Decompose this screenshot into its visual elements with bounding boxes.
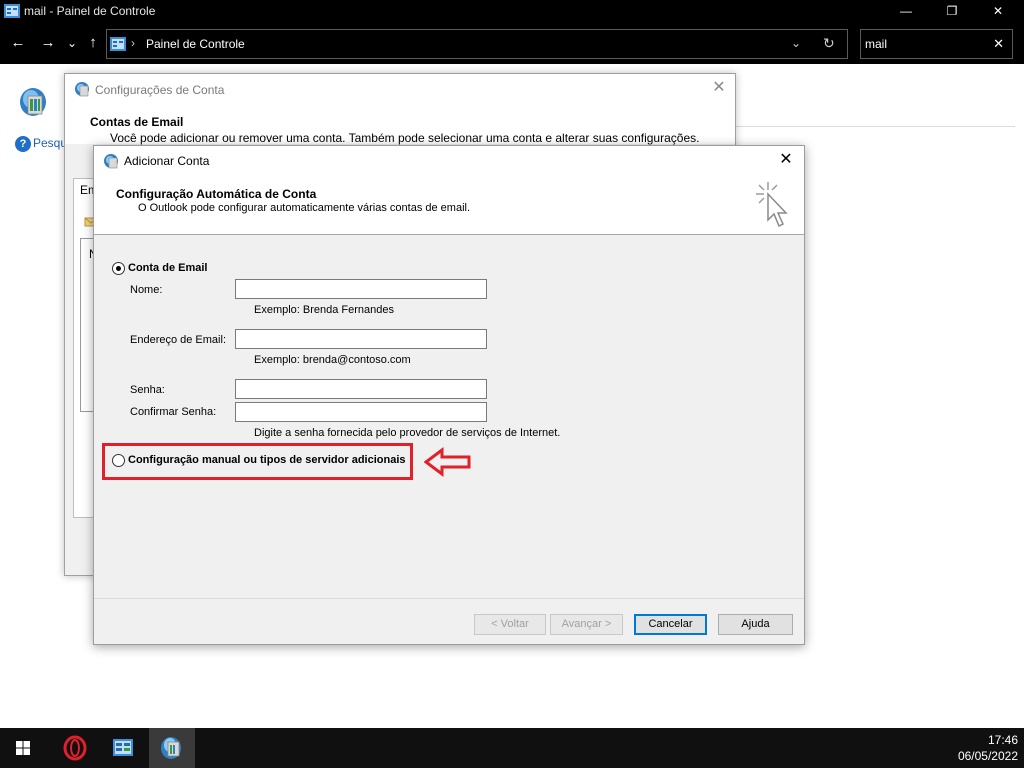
system-clock[interactable]: 17:46 06/05/2022	[958, 732, 1018, 764]
recent-locations-button[interactable]: ⌄	[62, 34, 82, 54]
mail-icon	[20, 88, 46, 116]
confirm-password-field[interactable]	[235, 402, 487, 422]
close-icon[interactable]: ✕	[709, 78, 729, 98]
password-field[interactable]	[235, 379, 487, 399]
add-account-dialog: Adicionar Conta ✕ Configuração Automátic…	[93, 145, 805, 645]
email-label: Endereço de Email:	[130, 334, 226, 346]
confirm-password-label: Confirmar Senha:	[130, 406, 217, 418]
mail-icon	[161, 737, 181, 759]
taskbar-control-panel[interactable]	[100, 728, 146, 768]
header-subtitle: O Outlook pode configurar automaticament…	[138, 202, 471, 214]
footer-divider	[94, 598, 804, 599]
close-window-button[interactable]: ✕	[975, 0, 1021, 24]
dialog-title: Configurações de Conta	[95, 83, 225, 97]
back-button[interactable]: ←	[8, 34, 28, 54]
name-label: Nome:	[130, 284, 163, 296]
password-hint: Digite a senha fornecida pelo provedor d…	[254, 427, 561, 439]
clock-time: 17:46	[987, 733, 1018, 747]
opera-icon	[63, 735, 87, 761]
up-button[interactable]: ↑	[83, 34, 103, 54]
start-button[interactable]	[0, 728, 46, 768]
header-subtitle: Você pode adicionar ou remover uma conta…	[110, 131, 700, 145]
search-box[interactable]: ✕	[860, 29, 1013, 59]
dialog-title-bar: Configurações de Conta ✕	[65, 74, 735, 104]
taskbar-opera[interactable]	[52, 728, 98, 768]
clear-search-icon[interactable]: ✕	[993, 36, 1004, 52]
windows-logo-icon	[16, 741, 30, 755]
name-hint: Exemplo: Brenda Fernandes	[254, 304, 395, 316]
window-title: mail - Painel de Controle	[24, 4, 156, 18]
header-title: Configuração Automática de Conta	[116, 187, 317, 201]
cancel-button[interactable]: Cancelar	[634, 614, 707, 635]
close-icon[interactable]: ✕	[776, 150, 796, 170]
address-bar[interactable]: › Painel de Controle ⌄ ↻	[106, 29, 848, 59]
next-button[interactable]: Avançar >	[550, 614, 623, 635]
highlight-box	[102, 443, 413, 480]
email-field[interactable]	[235, 329, 487, 349]
header-title: Contas de Email	[90, 115, 184, 129]
control-panel-icon	[4, 4, 20, 18]
email-account-radio[interactable]	[112, 262, 125, 275]
name-field[interactable]	[235, 279, 487, 299]
search-help-link[interactable]: Pesqu	[33, 136, 67, 150]
help-button[interactable]: Ajuda	[718, 614, 793, 635]
taskbar-mail[interactable]	[149, 728, 195, 768]
forward-button[interactable]: →	[38, 34, 58, 54]
email-hint: Exemplo: brenda@contoso.com	[254, 354, 411, 366]
divider	[735, 126, 1015, 127]
navigation-bar: ← → ⌄ ↑ › Painel de Controle ⌄ ↻ ✕	[0, 24, 1024, 64]
breadcrumb-separator[interactable]: ›	[131, 36, 135, 50]
maximize-button[interactable]: ❐	[929, 0, 975, 24]
address-dropdown-icon[interactable]: ⌄	[791, 36, 801, 50]
taskbar: 17:46 06/05/2022	[0, 728, 1024, 768]
left-arrow-icon	[424, 447, 471, 477]
mail-icon	[104, 154, 118, 169]
minimize-button[interactable]: —	[883, 0, 929, 24]
dialog-title: Adicionar Conta	[124, 154, 210, 168]
control-panel-icon	[110, 37, 126, 51]
password-label: Senha:	[130, 384, 165, 396]
refresh-icon[interactable]: ↻	[823, 35, 835, 52]
dialog-header: Contas de Email Você pode adicionar ou r…	[65, 104, 735, 145]
email-account-label[interactable]: Conta de Email	[128, 262, 207, 274]
cursor-sparkle-icon	[756, 182, 788, 228]
dialog-title-bar: Adicionar Conta ✕	[94, 146, 804, 176]
back-button[interactable]: < Voltar	[474, 614, 546, 635]
search-input[interactable]	[865, 35, 987, 53]
help-icon[interactable]: ?	[15, 136, 31, 152]
control-panel-icon	[113, 739, 133, 756]
window-title-bar: mail - Painel de Controle — ❐ ✕	[0, 0, 1024, 24]
mail-icon	[75, 82, 89, 97]
clock-date: 06/05/2022	[957, 749, 1018, 763]
dialog-header: Configuração Automática de Conta O Outlo…	[94, 176, 804, 235]
breadcrumb-control-panel[interactable]: Painel de Controle	[146, 37, 245, 51]
